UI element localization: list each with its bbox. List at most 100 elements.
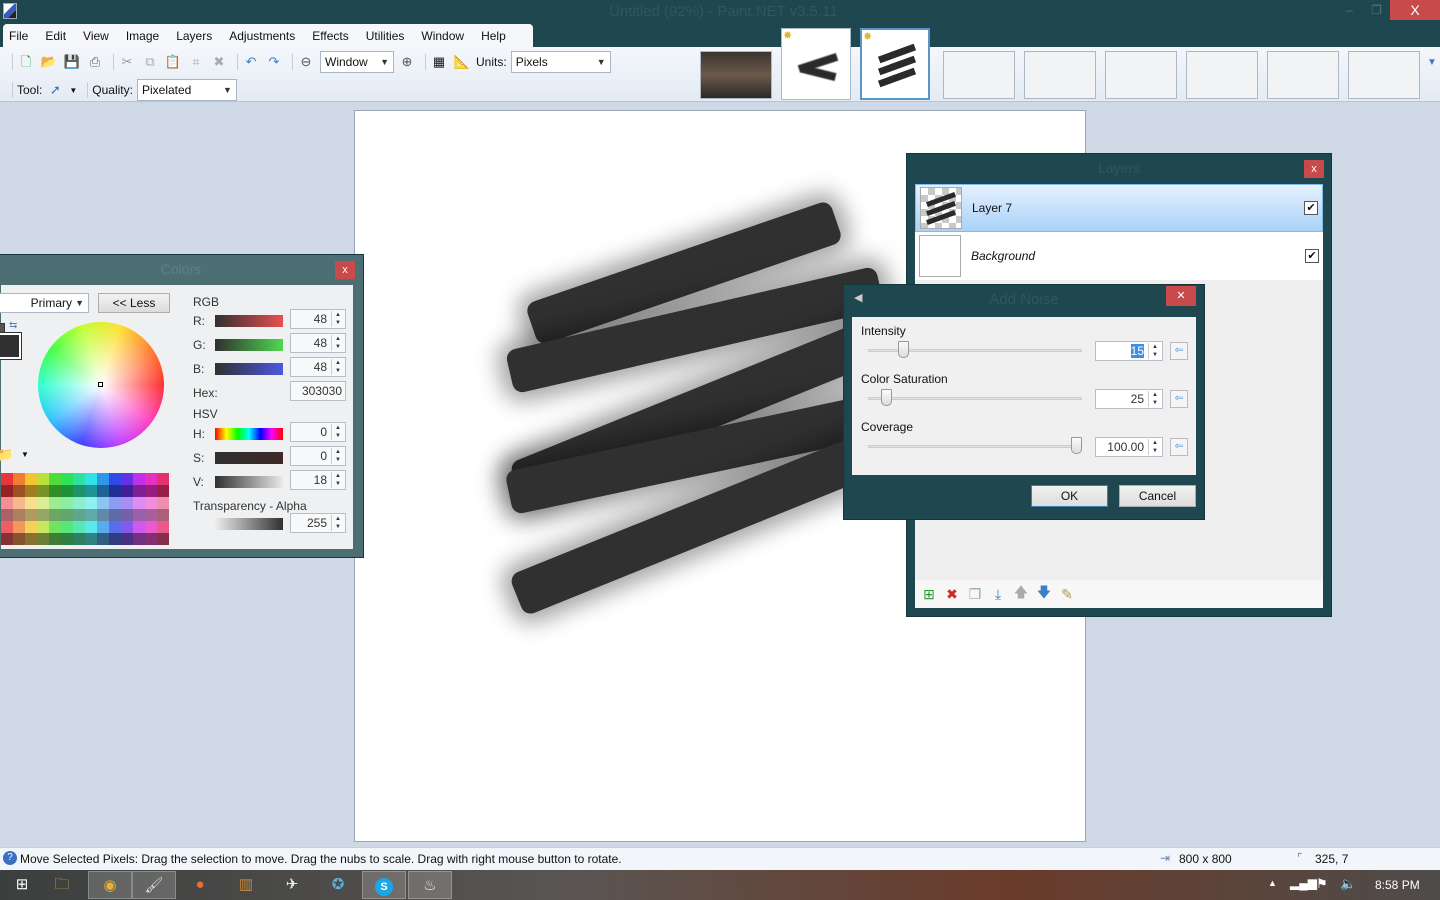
cancel-button[interactable]: Cancel — [1119, 485, 1196, 507]
palette-swatch[interactable] — [61, 521, 73, 533]
palette-swatch[interactable] — [109, 533, 121, 545]
palette-swatch[interactable] — [73, 485, 85, 497]
menu-edit[interactable]: Edit — [45, 29, 66, 43]
tool-dropdown-icon[interactable]: ▼ — [69, 86, 77, 95]
palette-swatch[interactable] — [109, 521, 121, 533]
palette-swatch[interactable] — [97, 521, 109, 533]
menu-image[interactable]: Image — [126, 29, 159, 43]
palette-swatch[interactable] — [13, 485, 25, 497]
palette-swatch[interactable] — [133, 497, 145, 509]
layer-properties-icon[interactable]: ✎ — [1057, 586, 1077, 603]
paint-net-taskbar-icon[interactable]: 🖌 — [132, 871, 176, 899]
zoom-out-icon[interactable]: ⊖ — [297, 54, 315, 70]
swap-colors-icon[interactable]: ⇆ — [9, 320, 17, 331]
spin-updown-icon[interactable]: ▲ ▼ — [331, 359, 344, 375]
minimize-button[interactable]: – — [1336, 0, 1363, 20]
menu-help[interactable]: Help — [481, 29, 506, 43]
palette-swatch[interactable] — [109, 473, 121, 485]
palette-swatch[interactable] — [49, 485, 61, 497]
close-window-button[interactable]: X — [1390, 0, 1440, 20]
duplicate-layer-icon[interactable]: ❐ — [965, 586, 985, 603]
spin-updown-icon[interactable]: ▲ ▼ — [331, 335, 344, 351]
palette-swatch[interactable] — [49, 533, 61, 545]
palette-swatch[interactable] — [85, 521, 97, 533]
merge-layer-down-icon[interactable]: ⤓ — [988, 586, 1008, 603]
palette-swatch[interactable] — [157, 485, 169, 497]
menu-view[interactable]: View — [83, 29, 109, 43]
palette-swatch[interactable] — [61, 473, 73, 485]
saturation-input[interactable]: 0 ▲ ▼ — [290, 446, 346, 466]
palette-swatch[interactable] — [145, 485, 157, 497]
palette-swatch[interactable] — [145, 509, 157, 521]
green-input[interactable]: 48 ▲ ▼ — [290, 333, 346, 353]
image-tab-7[interactable] — [1186, 51, 1258, 99]
palette-swatch[interactable] — [73, 473, 85, 485]
palette-swatch[interactable] — [25, 497, 37, 509]
palette-swatch[interactable] — [13, 473, 25, 485]
save-icon[interactable]: 💾 — [63, 54, 81, 70]
spin-updown-icon[interactable]: ▲ ▼ — [1148, 439, 1161, 455]
saturation-slider-thumb[interactable] — [880, 389, 892, 406]
restore-button[interactable]: ❐ — [1363, 0, 1390, 20]
palette-dropdown-icon[interactable]: ▼ — [21, 450, 29, 459]
menu-window[interactable]: Window — [421, 29, 464, 43]
menu-adjustments[interactable]: Adjustments — [229, 29, 295, 43]
palette-swatch[interactable] — [145, 473, 157, 485]
palette-swatch[interactable] — [49, 473, 61, 485]
palette-swatch[interactable] — [37, 473, 49, 485]
palette-swatch[interactable] — [37, 485, 49, 497]
image-tab-5[interactable] — [1024, 51, 1096, 99]
palette-swatch[interactable] — [49, 509, 61, 521]
color-wheel-picker[interactable] — [98, 382, 103, 387]
palette-swatch[interactable] — [157, 521, 169, 533]
palette-swatch[interactable] — [73, 521, 85, 533]
palette-swatch[interactable] — [133, 521, 145, 533]
coverage-input[interactable]: 100.00 ▲ ▼ — [1095, 437, 1163, 457]
palette-swatch[interactable] — [97, 473, 109, 485]
palette-swatch[interactable] — [25, 485, 37, 497]
palette-swatch[interactable] — [1, 509, 13, 521]
colors-close-button[interactable]: x — [335, 261, 355, 279]
saturation-slider-track[interactable] — [868, 397, 1082, 400]
palette-swatch[interactable] — [157, 473, 169, 485]
coverage-reset-button[interactable]: ⇦ — [1170, 438, 1188, 456]
origin-icon[interactable]: ● — [178, 871, 222, 899]
volume-icon[interactable]: 🔈 — [1340, 876, 1356, 892]
palette-swatch[interactable] — [61, 509, 73, 521]
menu-utilities[interactable]: Utilities — [366, 29, 405, 43]
layer-row-background[interactable]: Background ✔ — [915, 232, 1323, 280]
undo-icon[interactable]: ↶ — [242, 54, 260, 70]
zoom-select[interactable]: Window ▼ — [320, 51, 394, 73]
ok-button[interactable]: OK — [1031, 485, 1108, 507]
paint-net-app-icon[interactable] — [3, 3, 17, 19]
image-tab-2[interactable]: ✸ — [781, 28, 851, 100]
palette-swatch[interactable] — [49, 497, 61, 509]
less-button[interactable]: << Less — [98, 293, 170, 313]
zoom-in-icon[interactable]: ⊕ — [398, 54, 416, 70]
color-saturation-input[interactable]: 25 ▲ ▼ — [1095, 389, 1163, 409]
image-tab-4[interactable] — [943, 51, 1015, 99]
delete-layer-icon[interactable]: ✖ — [942, 586, 962, 603]
value-slider[interactable] — [215, 476, 283, 488]
layers-close-button[interactable]: x — [1304, 160, 1324, 178]
saturation-reset-button[interactable]: ⇦ — [1170, 390, 1188, 408]
palette-swatch[interactable] — [109, 497, 121, 509]
palette-swatch[interactable] — [121, 521, 133, 533]
layer-row-layer-7[interactable]: Layer 7 ✔ — [915, 184, 1323, 232]
palette-swatch[interactable] — [13, 497, 25, 509]
intensity-input[interactable]: 15 ▲ ▼ — [1095, 341, 1163, 361]
hue-slider[interactable] — [215, 428, 283, 440]
alpha-input[interactable]: 255 ▲ ▼ — [290, 513, 346, 533]
grid-icon[interactable]: ▦ — [430, 54, 448, 70]
print-icon[interactable]: ⎙ — [86, 54, 104, 70]
intensity-slider-thumb[interactable] — [898, 341, 910, 358]
palette-swatch[interactable] — [85, 533, 97, 545]
image-tab-1[interactable] — [700, 51, 772, 99]
palette-swatch[interactable] — [85, 473, 97, 485]
media-player-icon[interactable]: ▥ — [224, 871, 268, 899]
value-input[interactable]: 18 ▲ ▼ — [290, 470, 346, 490]
palette-swatch[interactable] — [25, 521, 37, 533]
image-tab-3-selected[interactable]: ✸ — [860, 28, 930, 100]
skype-icon[interactable]: S — [362, 871, 406, 899]
spin-updown-icon[interactable]: ▲ ▼ — [331, 515, 344, 531]
